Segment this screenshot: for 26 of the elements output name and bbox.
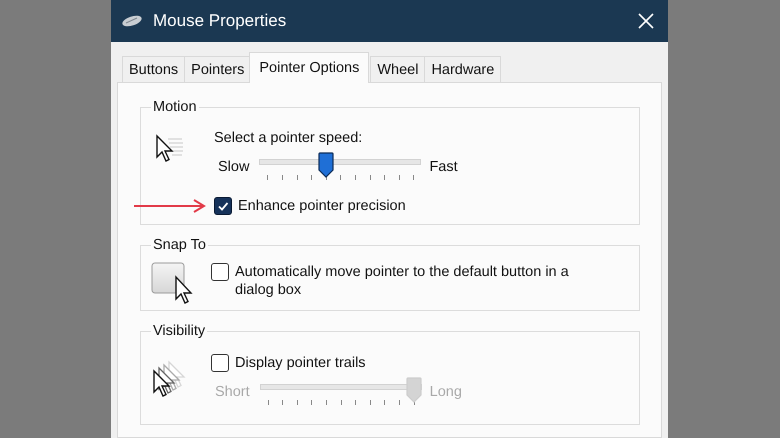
slider[interactable] (260, 377, 422, 407)
checkbox-label[interactable]: Display pointer trails (235, 354, 366, 372)
annotation-arrow (134, 199, 206, 213)
checkmark-icon (217, 200, 229, 212)
group-title: Snap To (152, 237, 207, 253)
checkbox[interactable] (211, 263, 229, 281)
tab[interactable]: Buttons (122, 56, 186, 82)
group-title: Motion (152, 99, 198, 115)
tab[interactable]: Pointer Options (249, 52, 370, 83)
slider-thumb[interactable] (318, 152, 334, 178)
slider[interactable] (259, 152, 422, 182)
close-icon[interactable] (638, 13, 654, 29)
checkbox-label[interactable]: Automatically move pointer to the default button in a dialog box (235, 263, 605, 299)
speed-label: Select a pointer speed: (214, 129, 364, 147)
mouse-icon (121, 15, 143, 27)
tab[interactable]: Wheel (370, 56, 426, 82)
slider-max-label: Long (430, 383, 462, 401)
window-title: Mouse Properties (153, 11, 288, 31)
checkbox-label[interactable]: Enhance pointer precision (238, 197, 406, 215)
group-title: Visibility (152, 323, 206, 339)
slider-max-label: Fast (429, 158, 458, 176)
slider-min-label: Short (215, 383, 250, 401)
checkbox[interactable] (211, 354, 229, 372)
tab[interactable]: Hardware (424, 56, 502, 82)
slider-min-label: Slow (218, 158, 250, 176)
checkbox[interactable] (214, 197, 232, 215)
